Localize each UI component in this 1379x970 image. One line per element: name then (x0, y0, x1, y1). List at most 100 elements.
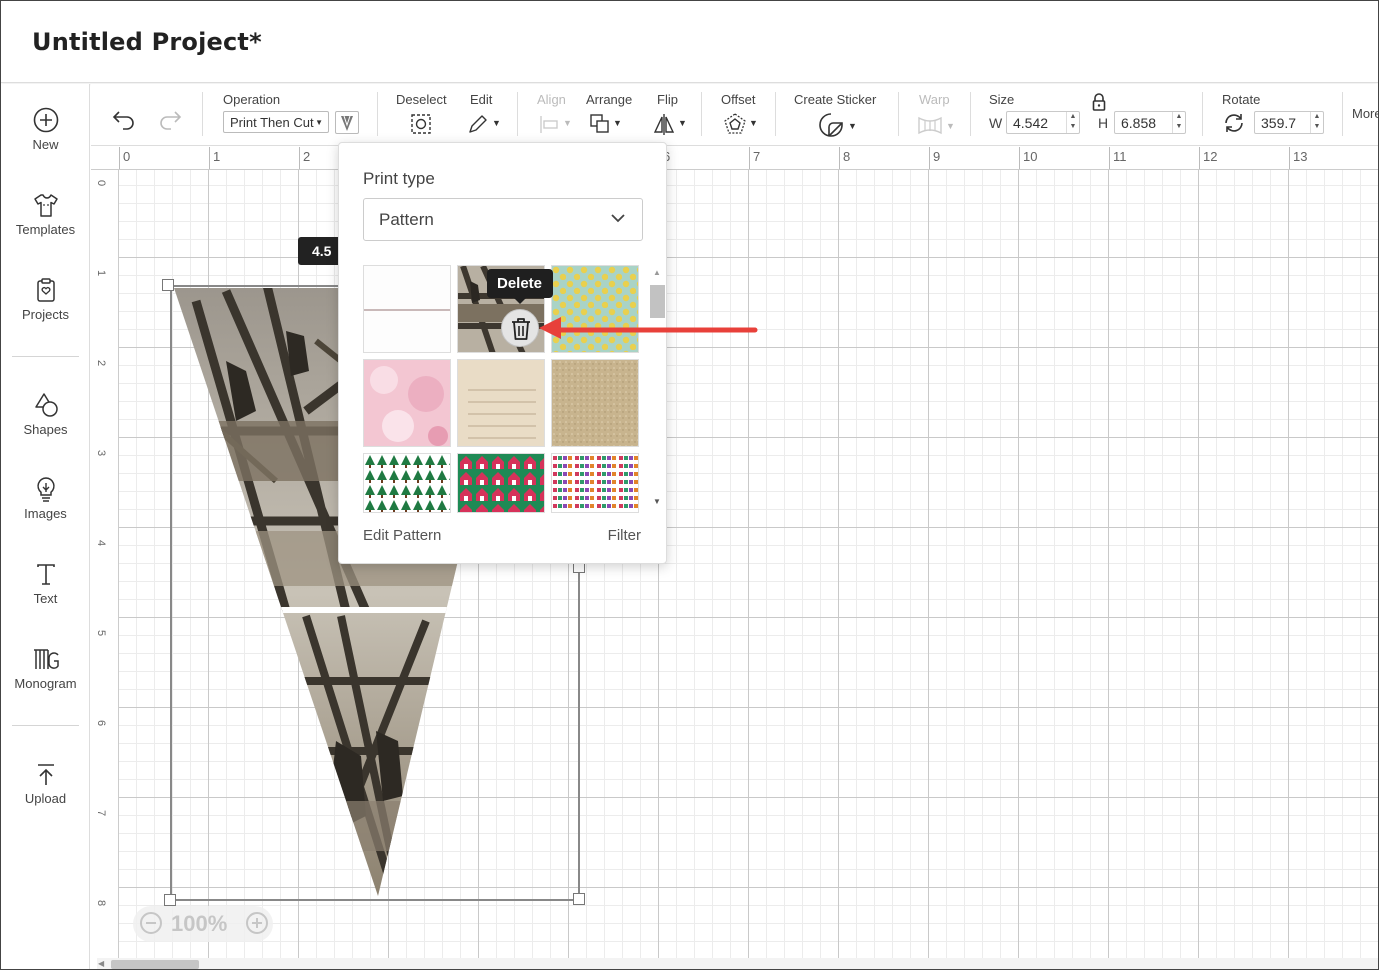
edit-pencil-icon[interactable] (466, 112, 490, 141)
flip-icon[interactable] (652, 112, 676, 141)
rotate-stepper[interactable]: ▲ ▼ (1310, 112, 1323, 133)
edit-pattern-button[interactable]: Edit Pattern (363, 527, 441, 544)
sidebar-label: Projects (22, 307, 69, 322)
scroll-thumb[interactable] (111, 960, 199, 969)
more-button[interactable]: More (1352, 106, 1378, 121)
filter-button[interactable]: Filter (608, 527, 641, 544)
deselect-label: Deselect (396, 92, 447, 107)
sidebar-item-new[interactable]: New (1, 106, 90, 152)
shapes-icon (34, 393, 58, 417)
ruler-tick (1199, 147, 1200, 169)
create-sticker-label: Create Sticker (794, 92, 877, 107)
operation-label: Operation (223, 92, 281, 107)
caret-down-icon[interactable]: ▼ (678, 118, 687, 128)
sidebar-item-templates[interactable]: Templates (1, 191, 90, 237)
redo-icon[interactable] (157, 108, 183, 135)
warp-label: Warp (919, 92, 950, 107)
sticker-icon[interactable] (817, 111, 845, 144)
ruler-left-number: 8 (95, 900, 107, 907)
rotate-input[interactable]: 359.7 ▲ ▼ (1254, 111, 1324, 134)
scroll-thumb[interactable] (650, 285, 665, 318)
resize-handle-bottom-left[interactable] (164, 894, 176, 906)
project-title[interactable]: Untitled Project* (32, 28, 262, 56)
rotate-label: Rotate (1222, 92, 1261, 107)
zoom-out-icon[interactable] (139, 911, 163, 941)
zoom-in-icon[interactable] (245, 911, 269, 941)
sidebar-item-monogram[interactable]: Monogram (1, 645, 90, 691)
pattern-tile-christmas-text[interactable] (551, 453, 639, 513)
sidebar-item-images[interactable]: Images (1, 475, 90, 521)
height-value: 6.858 (1121, 115, 1157, 131)
undo-icon[interactable] (111, 108, 137, 135)
offset-icon[interactable] (723, 112, 747, 141)
sidebar-item-text[interactable]: Text (1, 560, 90, 606)
ruler-top-number: 7 (753, 149, 761, 164)
caret-down-icon[interactable]: ▼ (848, 121, 857, 131)
toolbar-separator (1342, 92, 1343, 136)
scroll-down-icon[interactable]: ▼ (653, 497, 661, 506)
scroll-up-icon[interactable]: ▲ (653, 268, 661, 277)
left-sidebar: New Templates Projects Shapes Images Tex… (1, 84, 90, 969)
height-stepper[interactable]: ▲ ▼ (1172, 112, 1185, 133)
edit-label: Edit (470, 92, 493, 107)
warp-icon[interactable] (917, 114, 943, 141)
ruler-left: 0 1 2 3 4 5 6 7 8 (91, 170, 119, 969)
pattern-tile-pink-watercolor[interactable] (363, 359, 451, 447)
rotate-icon[interactable] (1222, 111, 1246, 140)
toolbar-separator (202, 92, 203, 136)
ruler-left-number: 4 (95, 540, 107, 547)
caret-down-icon[interactable]: ▼ (492, 118, 501, 128)
sidebar-item-shapes[interactable]: Shapes (1, 391, 90, 437)
sidebar-label: New (32, 137, 59, 152)
ruler-left-number: 6 (95, 720, 107, 727)
ruler-top-number: 12 (1203, 149, 1218, 164)
ruler-tick (209, 147, 210, 169)
resize-handle-bottom-right[interactable] (573, 893, 585, 905)
plus-circle-icon (33, 107, 58, 133)
arrange-label: Arrange (586, 92, 633, 107)
design-space-app: Untitled Project* New Templates Projects… (0, 0, 1379, 970)
operation-select[interactable]: Print Then Cut ▼ (223, 111, 329, 133)
monogram-icon (33, 649, 59, 669)
zoom-control: 100% (133, 906, 273, 942)
sidebar-label: Templates (15, 222, 76, 237)
zoom-level: 100% (171, 911, 228, 936)
pattern-tile-blank[interactable] (363, 265, 451, 353)
width-stepper[interactable]: ▲ ▼ (1066, 112, 1079, 133)
print-type-select[interactable]: Pattern (363, 198, 643, 241)
delete-pattern-button[interactable] (501, 309, 539, 347)
sidebar-item-projects[interactable]: Projects (1, 276, 90, 322)
ruler-top-number: 11 (1113, 149, 1127, 164)
print-type-label: Print type (363, 169, 435, 188)
pattern-tile-kraft-speckle[interactable] (551, 359, 639, 447)
toolbar-separator (701, 92, 702, 136)
dimension-tooltip: 4.5 (298, 237, 342, 265)
resize-handle-top-left[interactable] (162, 279, 174, 291)
header-bar: Untitled Project* (1, 1, 1378, 83)
sidebar-divider (12, 356, 79, 357)
ruler-tick (1109, 147, 1110, 169)
align-icon[interactable] (537, 112, 561, 141)
height-input[interactable]: 6.858 ▲ ▼ (1114, 111, 1186, 134)
canvas-horizontal-scrollbar[interactable]: ◀ (97, 958, 1378, 969)
material-swatch-icon[interactable] (335, 111, 359, 134)
ruler-top-number: 2 (303, 149, 311, 164)
caret-down-icon[interactable]: ▼ (613, 118, 622, 128)
arrange-icon[interactable] (588, 112, 612, 141)
caret-down-icon: ▼ (563, 118, 572, 128)
pattern-tile-beige-lined[interactable] (457, 359, 545, 447)
ruler-left-number: 5 (95, 630, 107, 637)
caret-down-icon: ▼ (946, 121, 955, 131)
pattern-tile-holiday-houses[interactable] (457, 453, 545, 513)
ruler-top-number: 13 (1293, 149, 1308, 164)
scroll-left-icon[interactable]: ◀ (98, 959, 104, 968)
deselect-icon[interactable] (409, 112, 433, 141)
pattern-tile-green-trees[interactable] (363, 453, 451, 513)
caret-down-icon[interactable]: ▼ (749, 118, 758, 128)
sidebar-item-upload[interactable]: Upload (1, 760, 90, 806)
caret-down-icon: ▼ (315, 118, 323, 127)
lock-icon[interactable] (1091, 93, 1107, 116)
width-input[interactable]: 4.542 ▲ ▼ (1006, 111, 1080, 134)
ruler-left-number: 3 (95, 450, 107, 457)
pattern-scrollbar[interactable]: ▲ ▼ (649, 265, 665, 513)
